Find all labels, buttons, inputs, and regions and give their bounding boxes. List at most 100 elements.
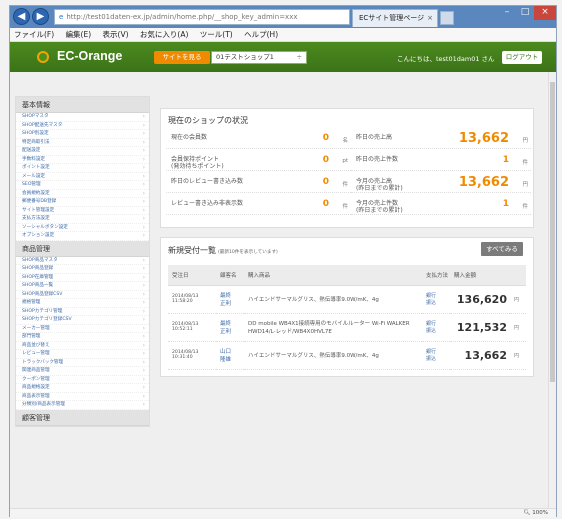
stat-item: 今月の売上高 (昨日までの累計) 13,662 円	[351, 175, 531, 193]
sidebar-item[interactable]: 特定商取引法	[16, 139, 149, 147]
main-content: 基本情報SHOPマスタSHOP配送先マスタSHOP別設定特定商取引法配送設定手数…	[10, 72, 548, 508]
sidebar-item[interactable]: クーポン管理	[16, 376, 149, 384]
orders-table: 受注日 顧客名 購入商品 支払方法 購入金額 2014/08/13 11:58:…	[168, 265, 526, 370]
payment-method: 銀行 振込	[422, 341, 450, 370]
sidebar-item[interactable]: SHOP商品マスタ	[16, 257, 149, 265]
sidebar-item[interactable]: 分類別/商品表示管理	[16, 401, 149, 410]
sidebar-item[interactable]: SHOPカテゴリ管理	[16, 308, 149, 316]
stat-label: 今月の売上件数 (昨日までの累計)	[356, 200, 403, 214]
sidebar-item[interactable]: 商品表示管理	[16, 393, 149, 401]
sidebar-item[interactable]: 規格管理	[16, 299, 149, 308]
stat-label: 現在の会員数	[171, 134, 208, 141]
customer-name[interactable]: 最終 正利	[216, 313, 244, 342]
menu-help[interactable]: ヘルプ(H)	[244, 30, 278, 39]
stat-unit: 件	[342, 182, 348, 188]
sidebar-item[interactable]: ポイント設定	[16, 164, 149, 173]
stat-label: レビュー書き込み非表示数	[171, 200, 244, 207]
forward-icon[interactable]: ▶	[32, 8, 49, 25]
sidebar-item[interactable]: オプション設定	[16, 232, 149, 241]
sidebar-item[interactable]: SHOP配送先マスタ	[16, 122, 149, 130]
sidebar-section-title[interactable]: 顧客管理	[16, 409, 149, 426]
customer-name[interactable]: 山口 隆雄	[216, 341, 244, 370]
col-yen	[510, 265, 526, 286]
sidebar-item[interactable]: 郵便番号DB登録	[16, 198, 149, 207]
address-bar[interactable]: e http://test01daten-ex.jp/admin/home.php…	[54, 9, 350, 25]
new-tab-button[interactable]	[440, 11, 454, 25]
minimize-icon[interactable]: –	[498, 6, 516, 20]
col-payment: 支払方法	[422, 265, 450, 286]
menu-file[interactable]: ファイル(F)	[14, 30, 54, 39]
scrollbar-thumb[interactable]	[550, 82, 555, 382]
sidebar-item[interactable]: 商品並び替え	[16, 342, 149, 350]
stat-value: 0	[322, 155, 329, 165]
shop-status-title: 現在のショップの状況	[168, 116, 248, 125]
stat-value: 13,662	[458, 175, 509, 190]
scrollbar[interactable]	[548, 72, 556, 508]
sidebar-item[interactable]: SHOP商品登録	[16, 265, 149, 274]
menu-favorites[interactable]: お気に入り(A)	[140, 30, 188, 39]
sidebar-item[interactable]: 手数料設定	[16, 156, 149, 164]
currency-unit: 円	[510, 285, 526, 314]
chevron-down-icon: ÷	[296, 53, 302, 61]
stat-unit: pt	[342, 158, 348, 164]
menu-tools[interactable]: ツール(T)	[200, 30, 233, 39]
sidebar-item[interactable]: 支払方法設定	[16, 215, 149, 224]
currency-unit: 円	[510, 313, 526, 342]
menu-edit[interactable]: 編集(E)	[66, 30, 92, 39]
stat-value: 0	[322, 133, 329, 143]
sidebar-item[interactable]: ソーシャルボタン設定	[16, 224, 149, 232]
table-row[interactable]: 2014/08/13 11:58:20 最終 正利 ハイエンドサーマルグリス、熱伝導…	[168, 285, 526, 314]
zoom-level[interactable]: 🔍︎ 100%	[524, 509, 548, 517]
customer-name[interactable]: 最終 正利	[216, 285, 244, 314]
view-site-button[interactable]: サイトを見る	[154, 51, 210, 64]
back-icon[interactable]: ◀	[13, 8, 30, 25]
sidebar-section-title[interactable]: 基本情報	[16, 97, 149, 113]
tab-title: ECサイト管理ページ	[359, 14, 425, 22]
shop-status-panel: 現在のショップの状況 現在の会員数 0 名昨日の売上高 13,662 円会員保持ポイント…	[160, 108, 534, 228]
see-all-button[interactable]: すべてみる	[481, 242, 523, 256]
col-customer: 顧客名	[216, 265, 244, 286]
site-header: EC-Orange サイトを見る 01テストショップ1 ÷ こんにちは、test0…	[10, 42, 556, 72]
table-row[interactable]: 2014/08/13 10:31:40 山口 隆雄 ハイエンドサーマルグリス、熱伝導…	[168, 341, 526, 370]
sidebar-item[interactable]: SHOP別設定	[16, 130, 149, 139]
stat-unit: 件	[522, 204, 528, 210]
sidebar-section-title[interactable]: 商品管理	[16, 240, 149, 257]
maximize-icon[interactable]: □	[516, 6, 534, 20]
sidebar-item[interactable]: SHOP商品一覧	[16, 282, 149, 291]
sidebar-item[interactable]: レビュー管理	[16, 350, 149, 359]
logout-button[interactable]: ログアウト	[502, 51, 542, 64]
sidebar-item[interactable]: SEO管理	[16, 181, 149, 190]
stat-item: 今月の売上件数 (昨日までの累計) 1 件	[351, 197, 531, 215]
logo[interactable]: EC-Orange	[57, 49, 122, 63]
order-amount: 121,532	[450, 313, 510, 342]
table-row[interactable]: 2014/08/13 10:52:11 最終 正利 DD mobile WB4X1接…	[168, 313, 526, 342]
browser-toolbar: ◀ ▶ e http://test01daten-ex.jp/admin/home…	[10, 6, 556, 28]
sidebar-item[interactable]: 商品規格設定	[16, 384, 149, 393]
sidebar-item[interactable]: 部門管理	[16, 333, 149, 342]
sidebar-item[interactable]: SHOPマスタ	[16, 113, 149, 122]
sidebar-item[interactable]: 配送設定	[16, 147, 149, 156]
stat-value: 1	[502, 199, 509, 209]
menu-view[interactable]: 表示(V)	[103, 30, 129, 39]
window-close-icon[interactable]: ×	[534, 6, 556, 20]
payment-method: 銀行 振込	[422, 313, 450, 342]
sidebar-item[interactable]: 会員規約設定	[16, 190, 149, 198]
order-date: 2014/08/13 10:31:40	[168, 341, 216, 370]
tab-close-icon[interactable]: ×	[427, 10, 433, 27]
shop-select[interactable]: 01テストショップ1 ÷	[211, 51, 307, 64]
sidebar-item[interactable]: サイト管理設定	[16, 207, 149, 215]
order-amount: 13,662	[450, 341, 510, 370]
sidebar-item[interactable]: SHOP商品登録CSV	[16, 291, 149, 299]
sidebar-item[interactable]: SHOPカテゴリ登録CSV	[16, 316, 149, 325]
sidebar-item[interactable]: SHOP在庫管理	[16, 274, 149, 282]
payment-method: 銀行 振込	[422, 285, 450, 314]
stat-item: 現在の会員数 0 名	[166, 131, 351, 149]
browser-tab[interactable]: ECサイト管理ページ ×	[352, 9, 438, 27]
sidebar-item[interactable]: メール設定	[16, 173, 149, 181]
stat-value: 0	[322, 177, 329, 187]
sidebar-item[interactable]: メーカー管理	[16, 325, 149, 333]
sidebar-item[interactable]: 関連商品管理	[16, 367, 149, 376]
sidebar: 基本情報SHOPマスタSHOP配送先マスタSHOP別設定特定商取引法配送設定手数…	[15, 96, 150, 427]
sidebar-item[interactable]: トラックバック管理	[16, 359, 149, 367]
stat-unit: 件	[342, 204, 348, 210]
